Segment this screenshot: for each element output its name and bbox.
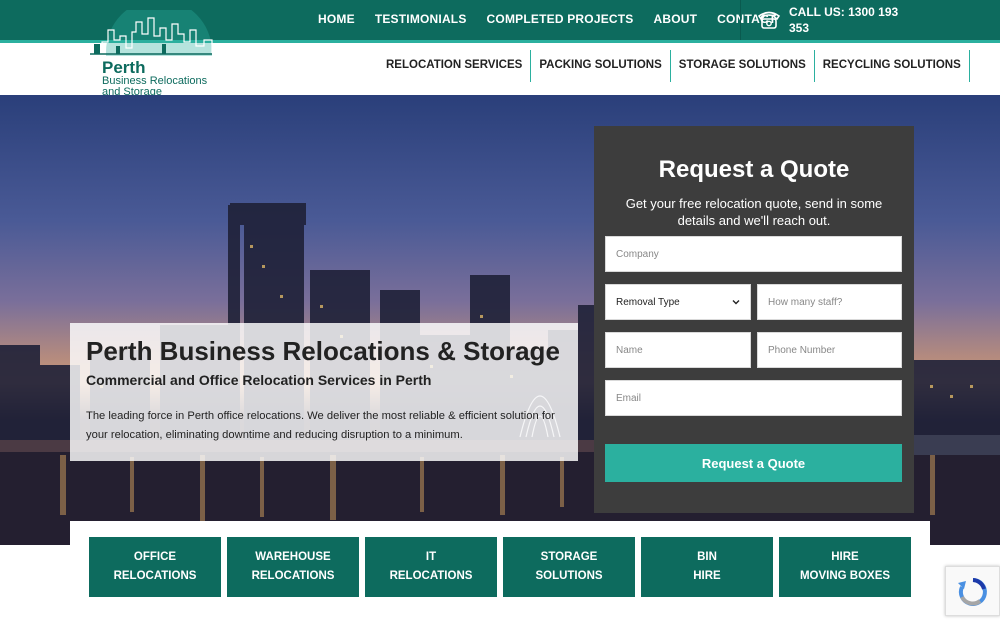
- tile-office-relocations[interactable]: OFFICE RELOCATIONS: [89, 537, 221, 597]
- nav-storage-solutions[interactable]: STORAGE SOLUTIONS: [671, 50, 815, 82]
- site-logo[interactable]: Perth Business Relocations and Storage: [86, 10, 216, 98]
- services-nav: RELOCATION SERVICES PACKING SOLUTIONS ST…: [378, 50, 970, 82]
- company-input[interactable]: Company: [605, 236, 902, 272]
- tile-storage-solutions[interactable]: STORAGE SOLUTIONS: [503, 537, 635, 597]
- hero-description: The leading force in Perth office reloca…: [86, 410, 555, 441]
- tile-line1: STORAGE: [540, 551, 598, 563]
- tile-line1: OFFICE: [133, 551, 177, 563]
- hero-intro-box: Perth Business Relocations & Storage Com…: [70, 323, 578, 461]
- removal-type-select[interactable]: Removal Type: [605, 284, 751, 320]
- quote-form-panel: Request a Quote Get your free relocation…: [594, 126, 914, 513]
- call-us-text[interactable]: CALL US: 1300 193 353: [789, 4, 919, 36]
- quote-form-subtitle: Get your free relocation quote, send in …: [625, 196, 883, 228]
- request-quote-button[interactable]: Request a Quote: [605, 444, 902, 482]
- nav-completed-projects[interactable]: COMPLETED PROJECTS: [487, 12, 634, 26]
- tile-line1: WAREHOUSE: [255, 551, 331, 563]
- tile-line2: HIRE: [693, 570, 721, 582]
- tile-line1: BIN: [697, 551, 717, 563]
- name-input[interactable]: Name: [605, 332, 751, 368]
- quote-form-title: Request a Quote: [658, 156, 850, 183]
- tile-bin-hire[interactable]: BIN HIRE: [641, 537, 773, 597]
- hero-subtitle: Commercial and Office Relocation Service…: [86, 372, 432, 388]
- tile-line2: RELOCATIONS: [389, 570, 473, 582]
- nav-testimonials[interactable]: TESTIMONIALS: [375, 12, 467, 26]
- call-us-block[interactable]: CALL US: 1300 193 353: [740, 0, 1000, 40]
- removal-type-value: Removal Type: [616, 296, 680, 308]
- tile-line1: HIRE: [831, 551, 859, 563]
- tile-warehouse-relocations[interactable]: WAREHOUSE RELOCATIONS: [227, 537, 359, 597]
- nav-recycling-solutions[interactable]: RECYCLING SOLUTIONS: [815, 50, 970, 82]
- tile-line2: MOVING BOXES: [799, 570, 891, 582]
- tile-line1: IT: [425, 551, 437, 563]
- hero-title: Perth Business Relocations & Storage: [86, 336, 560, 366]
- tile-line2: SOLUTIONS: [535, 570, 603, 582]
- email-input[interactable]: Email: [605, 380, 902, 416]
- phone-input[interactable]: Phone Number: [757, 332, 902, 368]
- tile-line2: RELOCATIONS: [113, 570, 197, 582]
- nav-packing-solutions[interactable]: PACKING SOLUTIONS: [531, 50, 671, 82]
- chevron-down-icon: [732, 300, 740, 305]
- nav-relocation-services[interactable]: RELOCATION SERVICES: [378, 50, 532, 82]
- tile-hire-moving-boxes[interactable]: HIRE MOVING BOXES: [779, 537, 911, 597]
- staff-count-input[interactable]: How many staff?: [757, 284, 902, 320]
- nav-home[interactable]: HOME: [318, 12, 355, 26]
- phone-icon: [757, 11, 781, 29]
- recaptcha-icon: [958, 578, 987, 606]
- tile-line2: RELOCATIONS: [251, 570, 335, 582]
- nav-about[interactable]: ABOUT: [654, 12, 698, 26]
- top-nav: HOME TESTIMONIALS COMPLETED PROJECTS ABO…: [318, 12, 776, 26]
- recaptcha-badge[interactable]: [945, 566, 1000, 616]
- tile-it-relocations[interactable]: IT RELOCATIONS: [365, 537, 497, 597]
